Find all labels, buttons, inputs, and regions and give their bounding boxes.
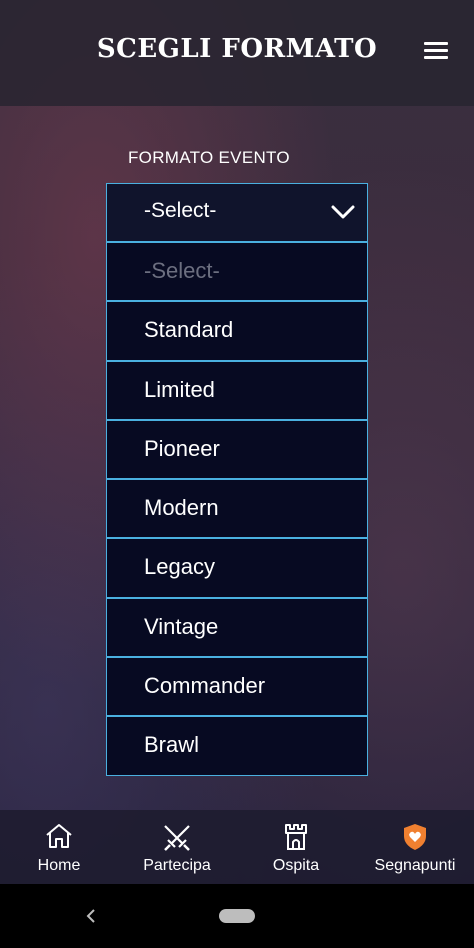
format-field-label: FORMATO EVENTO [128,148,290,167]
page-title: SCEGLI FORMATO [96,34,378,64]
dropdown-option[interactable]: Modern [106,479,368,539]
dropdown-option[interactable]: Pioneer [106,419,368,480]
dropdown-option[interactable]: Standard [106,301,368,361]
heart-shield-icon [404,824,426,850]
castle-tower-icon [285,824,307,850]
tab-segnapunti[interactable]: Segnapunti [356,810,474,884]
option-label: Pioneer [144,435,220,461]
tab-label: Segnapunti [374,857,456,874]
dropdown-option[interactable]: Commander [106,657,368,717]
top-app-bar: SCEGLI FORMATO [0,0,474,106]
option-label: Standard [144,317,234,343]
format-select[interactable]: -Select- [106,183,368,242]
tab-label: Home [37,857,81,874]
tab-home[interactable]: Home [0,810,118,884]
option-label: Modern [144,495,219,521]
option-label: Limited [144,376,215,402]
dropdown-option[interactable]: Limited [106,360,368,420]
dropdown-option[interactable]: -Select- [106,242,368,302]
bottom-tab-bar: Home Partecipa Ospita Segnapunti [0,810,474,884]
hamburger-menu-icon[interactable] [424,42,448,60]
back-chevron-icon[interactable] [84,906,98,926]
tab-ospita[interactable]: Ospita [237,810,355,884]
crossed-swords-icon [164,825,190,851]
option-label: Commander [144,673,266,699]
home-gesture-pill[interactable] [219,909,255,923]
option-label: Vintage [144,613,219,639]
dropdown-option[interactable]: Legacy [106,538,368,598]
home-icon [46,824,72,848]
tab-label: Partecipa [143,857,211,874]
dropdown-option[interactable]: Brawl [106,716,368,776]
option-label: Legacy [144,554,215,580]
tab-partecipa[interactable]: Partecipa [118,810,236,884]
option-label: Brawl [144,732,200,758]
format-select-value: -Select- [144,199,217,222]
format-dropdown-list: -Select- Standard Limited Pioneer Modern… [106,242,368,776]
chevron-down-icon [331,205,355,219]
tab-label: Ospita [272,857,320,874]
dropdown-option[interactable]: Vintage [106,597,368,658]
option-label: -Select- [144,258,220,283]
